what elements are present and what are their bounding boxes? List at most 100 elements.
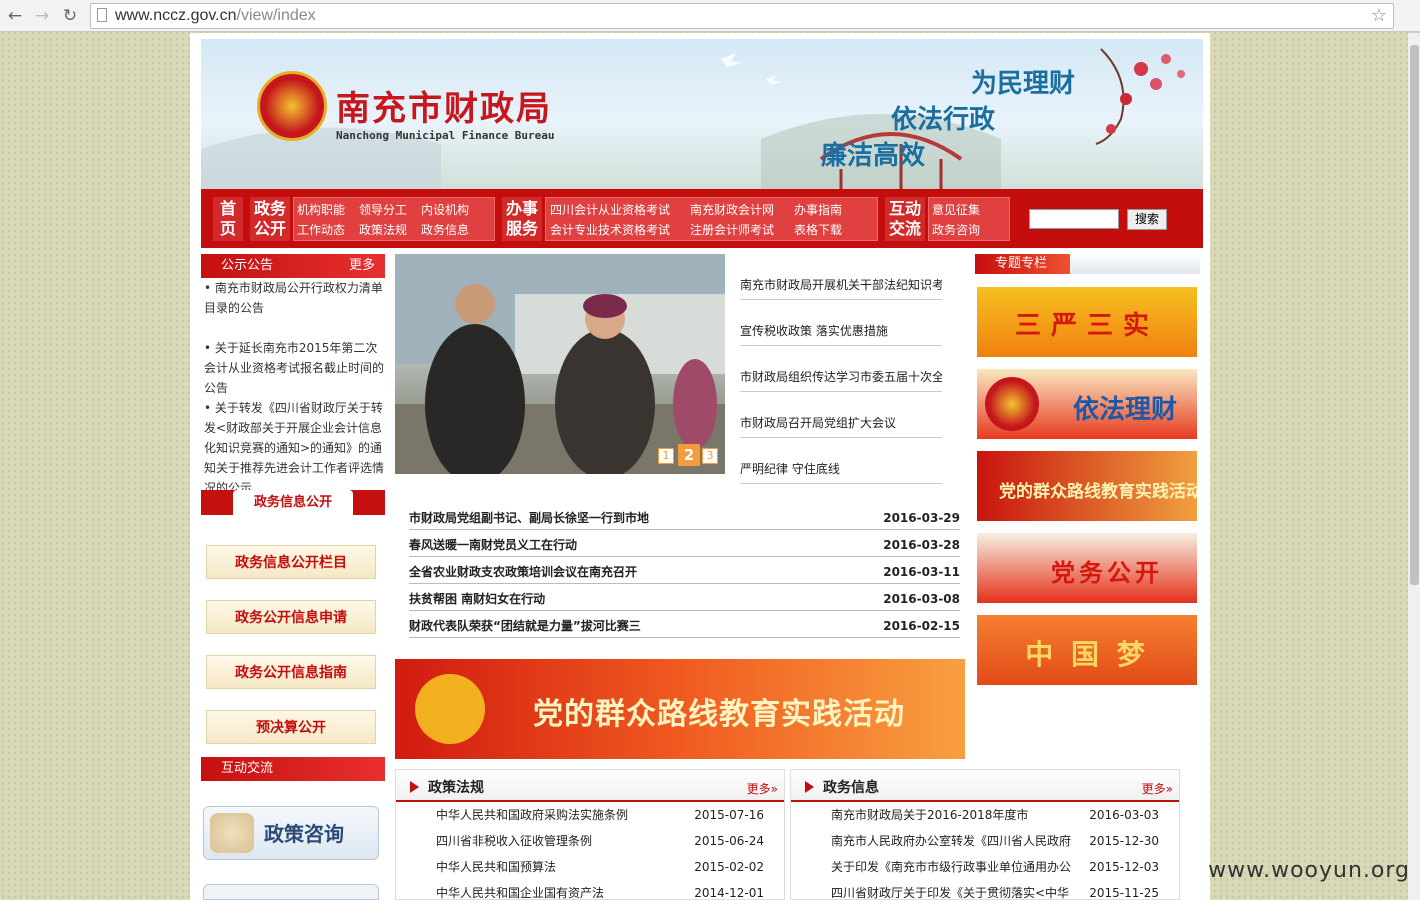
side-news-item[interactable]: 严明纪律 守住底线 [740, 438, 942, 484]
nav-gov-open-title[interactable]: 政务 公开 [250, 197, 290, 241]
nav-link-institution[interactable]: 机构职能 [297, 201, 345, 218]
site-banner: 南充市财政局 Nanchong Municipal Finance Bureau… [201, 39, 1203, 189]
govnews-row-date: 2016-03-03 [1089, 808, 1159, 822]
mass-line-banner-text: 党的群众路线教育实践活动 [533, 697, 905, 732]
notice-item[interactable]: • 关于转发《四川省财政厅关于转发<财政部关于开展企业会计信息化知识竞赛的通知>… [204, 398, 388, 490]
hammer-sickle-icon [415, 674, 485, 744]
nav-link-departments[interactable]: 内设机构 [421, 201, 469, 218]
govnews-row-title: 关于印发《南充市市级行政事业单位通用办公 [831, 860, 1072, 874]
promo-party-affairs-text: 党务公开 [1051, 558, 1163, 587]
scrollbar-thumb[interactable] [1410, 45, 1419, 585]
policy-panel-title: 政策法规 [428, 780, 484, 796]
nav-service-line1: 办事 [505, 199, 538, 218]
search-input[interactable] [1029, 209, 1119, 229]
policy-row-date: 2015-06-24 [694, 834, 764, 848]
headline-title: 财政代表队荣获“团结就是力量”拔河比赛三 [409, 619, 641, 633]
policy-row-title: 中华人民共和国政府采购法实施条例 [436, 808, 629, 822]
govnews-row[interactable]: 关于印发《南充市市级行政事业单位通用办公 2015-12-03 [831, 854, 1171, 880]
govnews-more-link[interactable]: 更多» [1142, 780, 1173, 797]
side-news-item[interactable]: 市财政局召开局党组扩大会议 [740, 392, 942, 438]
govnews-panel: 政务信息 更多» 南充市财政局关于2016-2018年度市 2016-03-03 … [790, 769, 1180, 900]
policy-consult-button[interactable]: 政策咨询 [203, 806, 379, 860]
govnews-row-title: 南充市人民政府办公室转发《四川省人民政府 [831, 834, 1072, 848]
side-news-item[interactable]: 市财政局组织传达学习市委五届十次全 [740, 346, 942, 392]
nav-link-cpa-exam[interactable]: 注册会计师考试 [690, 221, 774, 238]
slider-page-3[interactable]: 3 [702, 448, 718, 464]
nav-link-opinions[interactable]: 意见征集 [932, 201, 980, 218]
browser-toolbar: ← → ↻ www.nccz.gov.cn/view/index ☆ [0, 0, 1420, 32]
reload-icon[interactable]: ↻ [59, 5, 81, 27]
slogan-1: 为民理财 [971, 69, 1076, 99]
watermark: www.wooyun.org [1208, 858, 1410, 883]
news-photo [395, 254, 725, 474]
address-bar[interactable]: www.nccz.gov.cn/view/index ☆ [90, 3, 1394, 29]
govnews-row-title: 四川省财政厅关于印发《关于贯彻落实<中华 [831, 886, 1070, 900]
nav-link-sc-accounting-exam[interactable]: 四川会计从业资格考试 [550, 201, 670, 218]
headline-row[interactable]: 扶贫帮困 南财妇女在行动 2016-03-08 [409, 584, 960, 611]
nav-link-policy[interactable]: 政策法规 [359, 221, 407, 238]
nav-link-consult[interactable]: 政务咨询 [932, 221, 980, 238]
policy-row[interactable]: 中华人民共和国预算法 2015-02-02 [436, 854, 776, 880]
budget-open-button[interactable]: 预决算公开 [206, 710, 376, 744]
nav-link-gov-info[interactable]: 政务信息 [421, 221, 469, 238]
slogan-2: 依法行政 [891, 105, 996, 135]
gov-info-column-button[interactable]: 政务信息公开栏目 [206, 545, 376, 579]
slider-page-1[interactable]: 1 [658, 448, 674, 464]
nav-link-guide[interactable]: 办事指南 [794, 201, 842, 218]
headline-row[interactable]: 财政代表队荣获“团结就是力量”拔河比赛三 2016-02-15 [409, 611, 960, 638]
govnews-row-title: 南充市财政局关于2016-2018年度市 [831, 808, 1029, 822]
headline-row[interactable]: 市财政局党组副书记、副局长徐坚一行到市地 2016-03-29 [409, 503, 960, 530]
back-icon[interactable]: ← [4, 5, 26, 27]
nav-interact-line2: 交流 [888, 219, 921, 238]
govnews-row[interactable]: 南充市人民政府办公室转发《四川省人民政府 2015-12-30 [831, 828, 1171, 854]
bookmark-star-icon[interactable]: ☆ [1371, 5, 1387, 26]
headline-row[interactable]: 春风送暖一南财党员义工在行动 2016-03-28 [409, 530, 960, 557]
nav-link-forms[interactable]: 表格下载 [794, 221, 842, 238]
nav-link-leadership[interactable]: 领导分工 [359, 201, 407, 218]
nav-link-nc-accounting-net[interactable]: 南充财政会计网 [690, 201, 774, 218]
headline-row[interactable]: 全省农业财政支农政策培训会议在南充召开 2016-03-11 [409, 557, 960, 584]
policy-row-title: 中华人民共和国企业国有资产法 [436, 886, 605, 900]
promo-three-strict[interactable]: 三严三实 [977, 287, 1197, 357]
consult-secondary-button[interactable] [203, 884, 379, 900]
news-photo-slider[interactable]: 1 2 3 [395, 254, 725, 474]
promo-law-finance[interactable]: 依法理财 [977, 369, 1197, 439]
policy-row[interactable]: 中华人民共和国政府采购法实施条例 2015-07-16 [436, 802, 776, 828]
headline-title: 全省农业财政支农政策培训会议在南充召开 [409, 565, 638, 579]
forward-icon[interactable]: → [31, 5, 53, 27]
promo-china-dream[interactable]: 中 国 梦 [977, 615, 1197, 685]
policy-row-date: 2014-12-01 [694, 886, 764, 900]
gov-info-guide-button[interactable]: 政务公开信息指南 [206, 655, 376, 689]
search-button[interactable]: 搜索 [1127, 209, 1167, 230]
notice-more-link[interactable]: 更多 [349, 254, 375, 278]
nav-link-tech-qual-exam[interactable]: 会计专业技术资格考试 [550, 221, 670, 238]
side-news-item[interactable]: 宣传税收政策 落实优惠措施 [740, 300, 942, 346]
slider-page-2[interactable]: 2 [678, 444, 700, 466]
nav-interact-title[interactable]: 互动 交流 [885, 197, 925, 241]
promo-mass-line-text: 党的群众路线教育实践活动 [999, 482, 1197, 502]
nav-service-title[interactable]: 办事 服务 [502, 197, 542, 241]
notice-item[interactable]: • 关于延长南充市2015年第二次会计从业资格考试报名截止时间的公告 [204, 338, 388, 398]
nav-home[interactable]: 首页 [213, 197, 243, 241]
nav-link-work-news[interactable]: 工作动态 [297, 221, 345, 238]
policy-row-date: 2015-07-16 [694, 808, 764, 822]
site-subtitle-en: Nanchong Municipal Finance Bureau [336, 129, 555, 142]
govnews-row[interactable]: 四川省财政厅关于印发《关于贯彻落实<中华 2015-11-25 [831, 880, 1171, 900]
policy-row-date: 2015-02-02 [694, 860, 764, 874]
mass-line-banner[interactable]: 党的群众路线教育实践活动 [395, 659, 965, 759]
gov-info-apply-button[interactable]: 政务公开信息申请 [206, 600, 376, 634]
side-news-item[interactable]: 南充市财政局开展机关干部法纪知识考 [740, 254, 942, 300]
policy-consult-label: 政策咨询 [264, 822, 344, 846]
policy-row[interactable]: 中华人民共和国企业国有资产法 2014-12-01 [436, 880, 776, 900]
promo-china-dream-text: 中 国 梦 [1025, 638, 1149, 671]
nav-gov-open-line2: 公开 [253, 219, 286, 238]
gov-info-title: 政务信息公开 [233, 490, 353, 515]
special-header: 专题专栏 [975, 254, 1200, 274]
policy-row[interactable]: 四川省非税收入征收管理条例 2015-06-24 [436, 828, 776, 854]
policy-more-link[interactable]: 更多» [747, 780, 778, 797]
notice-item[interactable]: • 南充市财政局公开行政权力清单目录的公告 [204, 278, 388, 338]
slogan-3: 廉洁高效 [821, 141, 926, 171]
govnews-row[interactable]: 南充市财政局关于2016-2018年度市 2016-03-03 [831, 802, 1171, 828]
promo-mass-line[interactable]: 党的群众路线教育实践活动 [977, 451, 1197, 521]
promo-party-affairs[interactable]: 党务公开 [977, 533, 1197, 603]
